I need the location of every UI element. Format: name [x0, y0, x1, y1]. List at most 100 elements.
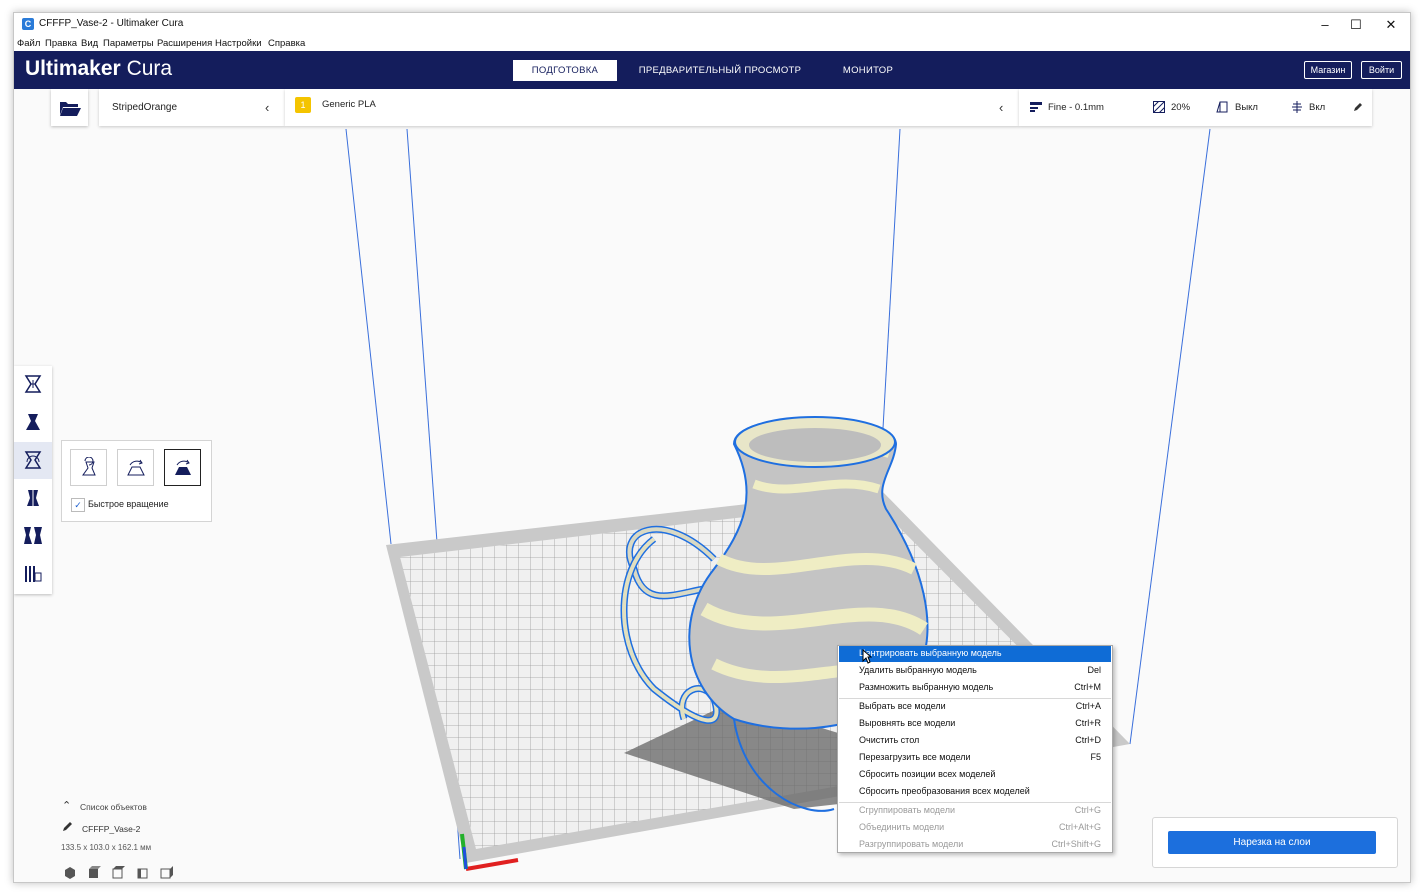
object-name[interactable]: CFFFP_Vase-2 — [82, 824, 140, 834]
print-settings-selector[interactable]: Fine - 0.1mm 20% Выкл Вкл — [1019, 89, 1372, 126]
slice-panel: Нарезка на слои — [1152, 817, 1398, 868]
quick-rotation-checkbox[interactable]: ✓ — [71, 498, 85, 512]
adhesion-icon — [1292, 101, 1302, 113]
pencil-icon — [1354, 103, 1362, 111]
tab-preview[interactable]: ПРЕДВАРИТЕЛЬНЫЙ ПРОСМОТР — [628, 60, 812, 81]
menu-bar: Файл Правка Вид Параметры Расширения Нас… — [14, 37, 1410, 51]
menu-item-shortcut: Ctrl+G — [1074, 805, 1101, 815]
menu-item-label: Выбрать все модели — [859, 701, 946, 711]
select-face-to-align-button[interactable] — [164, 449, 201, 486]
lay-flat-button[interactable] — [117, 449, 154, 486]
printer-selector[interactable]: StripedOrange ‹ — [99, 89, 285, 126]
extruder-badge-icon: 1 — [295, 97, 311, 113]
quick-rotation-label: Быстрое вращение — [88, 499, 169, 509]
reset-rotation-button[interactable] — [70, 449, 107, 486]
menu-item-label: Перезагрузить все модели — [859, 752, 971, 762]
menu-item-label: Разгруппировать модели — [859, 839, 964, 849]
view-top-icon[interactable] — [112, 866, 125, 879]
menu-item-shortcut: Ctrl+R — [1075, 718, 1101, 728]
app-window: C CFFFP_Vase-2 - Ultimaker Cura – ☐ ✕ Фа… — [13, 12, 1411, 883]
scale-tool-button[interactable] — [14, 404, 52, 441]
menu-item-shortcut: Ctrl+D — [1075, 735, 1101, 745]
menu-item-shortcut: F5 — [1090, 752, 1101, 762]
menu-preferences[interactable]: Настройки — [215, 38, 262, 49]
menu-item-center-selected[interactable]: Центрировать выбранную модель — [839, 646, 1111, 662]
view-right-icon[interactable] — [160, 866, 173, 879]
app-header: Ultimaker Cura ПОДГОТОВКА ПРЕДВАРИТЕЛЬНЫ… — [14, 51, 1410, 89]
menu-item-reset-transforms[interactable]: Сбросить преобразования всех моделей — [839, 784, 1111, 800]
cura-app-icon: C — [22, 18, 34, 30]
reset-rotation-icon — [82, 457, 96, 476]
mirror-tool-icon — [27, 488, 39, 508]
menu-item-label: Сбросить позиции всех моделей — [859, 769, 996, 779]
chevron-up-icon[interactable]: ⌃ — [62, 799, 71, 812]
open-file-button[interactable] — [51, 89, 88, 126]
menu-edit[interactable]: Правка — [45, 38, 77, 49]
camera-view-buttons[interactable] — [64, 866, 176, 880]
object-list-header[interactable]: Список объектов — [80, 802, 147, 812]
pencil-icon[interactable] — [62, 821, 73, 832]
material-name: Generic PLA — [322, 99, 376, 110]
menu-item-reload-all[interactable]: Перезагрузить все модели F5 — [839, 750, 1111, 766]
menu-item-label: Удалить выбранную модель — [859, 665, 977, 675]
menu-item-shortcut: Ctrl+Shift+G — [1051, 839, 1101, 849]
menu-item-arrange-all[interactable]: Выровнять все модели Ctrl+R — [839, 716, 1111, 732]
rotate-tool-button[interactable] — [14, 442, 52, 479]
menu-help[interactable]: Справка — [268, 38, 305, 49]
menu-item-label: Центрировать выбранную модель — [859, 648, 1002, 658]
menu-item-clear-plate[interactable]: Очистить стол Ctrl+D — [839, 733, 1111, 749]
lay-flat-icon — [127, 459, 145, 476]
menu-item-multiply-selected[interactable]: Размножить выбранную модель Ctrl+M — [839, 680, 1111, 696]
menu-item-shortcut: Del — [1087, 665, 1101, 675]
menu-item-group[interactable]: Сгруппировать модели Ctrl+G — [839, 803, 1111, 819]
view-front-icon[interactable] — [89, 866, 101, 878]
window-title: CFFFP_Vase-2 - Ultimaker Cura — [39, 18, 184, 29]
build-volume-edge — [1129, 128, 1211, 745]
menu-item-delete-selected[interactable]: Удалить выбранную модель Del — [839, 663, 1111, 679]
mirror-tool-button[interactable] — [14, 480, 52, 517]
close-button[interactable]: ✕ — [1374, 13, 1408, 37]
menu-item-label: Выровнять все модели — [859, 718, 956, 728]
menu-file[interactable]: Файл — [17, 38, 40, 49]
menu-item-label: Сгруппировать модели — [859, 805, 956, 815]
support-icon — [1216, 101, 1228, 113]
menu-item-reset-positions[interactable]: Сбросить позиции всех моделей — [839, 767, 1111, 783]
view-3d-icon[interactable] — [65, 867, 75, 879]
view-left-icon[interactable] — [137, 868, 148, 879]
support-blocker-button[interactable] — [14, 556, 52, 593]
menu-extensions[interactable]: Расширения — [157, 38, 212, 49]
brand-sub: Cura — [126, 57, 173, 80]
material-selector[interactable]: 1 Generic PLA ‹ — [285, 89, 1019, 126]
menu-item-ungroup[interactable]: Разгруппировать модели Ctrl+Shift+G — [839, 837, 1111, 853]
tab-prepare[interactable]: ПОДГОТОВКА — [513, 60, 617, 81]
menu-item-shortcut: Ctrl+Alt+G — [1058, 822, 1101, 832]
support-blocker-icon — [25, 566, 42, 582]
align-face-icon — [175, 459, 191, 475]
tab-monitor[interactable]: МОНИТОР — [826, 60, 910, 81]
adhesion-label: Вкл — [1309, 102, 1326, 113]
menu-item-merge[interactable]: Объединить модели Ctrl+Alt+G — [839, 820, 1111, 836]
tool-toolbar — [14, 366, 52, 594]
chevron-left-icon: ‹ — [999, 100, 1004, 115]
minimize-button[interactable]: – — [1308, 13, 1342, 37]
signin-button[interactable]: Войти — [1361, 61, 1402, 79]
rotate-tool-icon — [24, 451, 42, 469]
move-tool-button[interactable] — [14, 366, 52, 403]
marketplace-button[interactable]: Магазин — [1304, 61, 1352, 79]
vase-interior — [749, 428, 881, 462]
menu-item-select-all[interactable]: Выбрать все модели Ctrl+A — [839, 699, 1111, 715]
title-bar: C CFFFP_Vase-2 - Ultimaker Cura – ☐ ✕ — [14, 13, 1410, 37]
move-tool-icon — [24, 375, 42, 393]
maximize-button[interactable]: ☐ — [1339, 13, 1373, 37]
per-model-settings-button[interactable] — [14, 518, 52, 555]
chevron-left-icon: ‹ — [265, 100, 270, 115]
vase-stripe — [752, 479, 881, 494]
viewport-3d[interactable]: StripedOrange ‹ 1 Generic PLA ‹ Fine - 0… — [14, 89, 1410, 882]
infill-label: 20% — [1171, 102, 1191, 113]
menu-settings[interactable]: Параметры — [103, 38, 154, 49]
menu-view[interactable]: Вид — [81, 38, 98, 49]
brand-logo: Ultimaker Cura — [25, 57, 172, 81]
per-model-settings-icon — [24, 527, 42, 544]
build-volume-edge — [345, 128, 392, 545]
slice-button[interactable]: Нарезка на слои — [1168, 831, 1376, 854]
